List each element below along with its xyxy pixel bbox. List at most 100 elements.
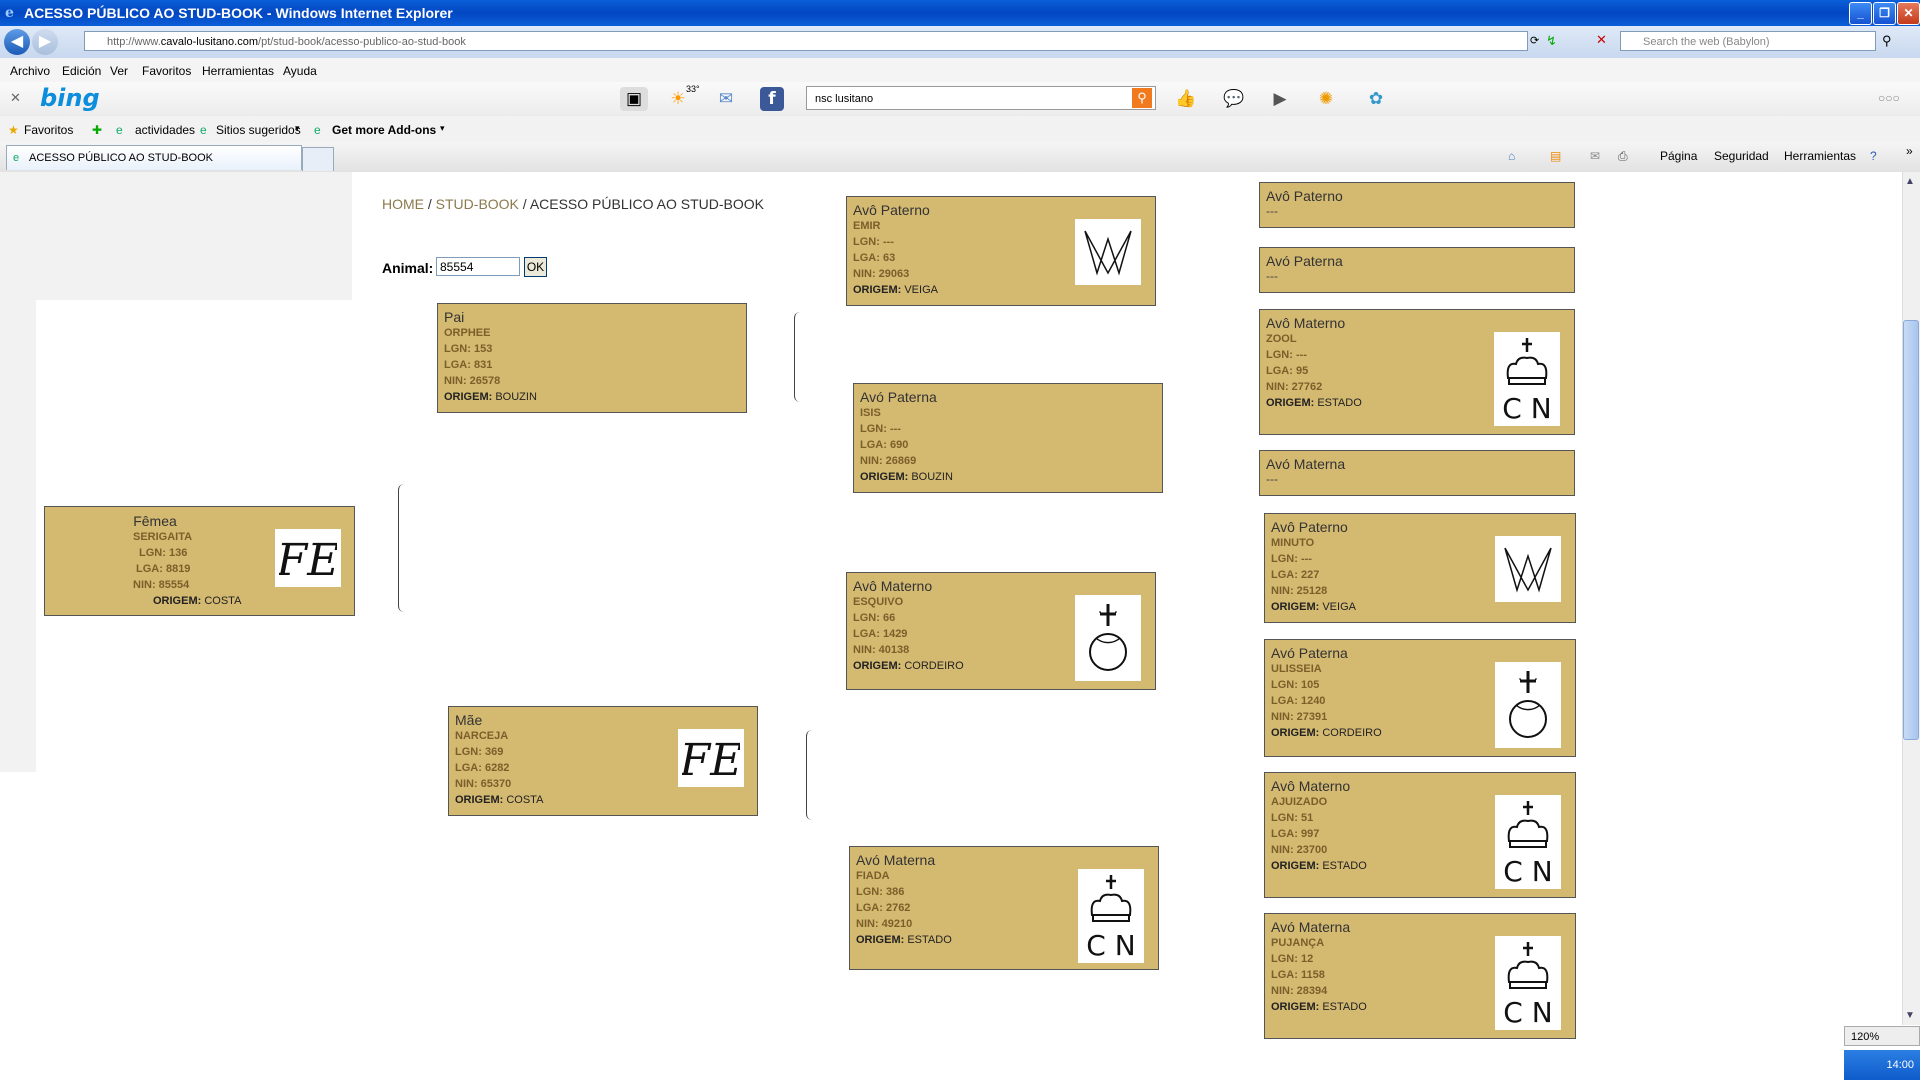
search-icon[interactable]: ⚲	[1882, 33, 1892, 49]
lgn-label: LGN:	[1271, 812, 1298, 824]
card-name: ISIS	[860, 407, 881, 419]
pagina-menu[interactable]: Página	[1660, 149, 1697, 163]
menu-herramientas[interactable]: Herramientas	[202, 64, 274, 78]
origem-label: ORIGEM:	[455, 794, 504, 806]
actividades-icon: e	[116, 123, 123, 137]
card-role: Fêmea	[133, 513, 177, 529]
lga-label: LGA:	[1271, 828, 1298, 840]
zoom-level[interactable]: 120%	[1844, 1026, 1920, 1046]
web-search-field[interactable]: Search the web (Babylon)	[1620, 31, 1876, 51]
favorites-star-icon[interactable]: ★	[8, 123, 19, 137]
animal-input[interactable]	[436, 257, 520, 276]
nin-label: NIN:	[860, 455, 883, 467]
lgn-label: LGN:	[1271, 953, 1298, 965]
lgn-label: LGN:	[856, 886, 883, 898]
lgn-label: LGN:	[1271, 679, 1298, 691]
forward-button[interactable]: ▶	[32, 29, 58, 55]
lgn-label: LGN:	[860, 423, 887, 435]
feeds-icon[interactable]: ▤	[1550, 149, 1561, 163]
nin-label: NIN:	[1271, 844, 1294, 856]
card-origem: ORIGEM: BOUZIN	[860, 469, 1162, 485]
card-lgn: LGN: ---	[860, 421, 1162, 437]
menu-ayuda[interactable]: Ayuda	[283, 64, 317, 78]
add-favorite-icon[interactable]: ✚	[92, 123, 102, 137]
menu-favoritos[interactable]: Favoritos	[142, 64, 191, 78]
tab-title: ACESSO PÚBLICO AO STUD-BOOK	[29, 152, 213, 164]
back-button[interactable]: ◀	[4, 29, 30, 55]
stop-icon[interactable]: ✕	[1596, 32, 1607, 48]
new-tab-button[interactable]	[302, 147, 334, 171]
lgn-value: ---	[1295, 349, 1307, 361]
home-icon[interactable]: ⌂	[1508, 149, 1515, 163]
chat-icon[interactable]: 💬	[1220, 87, 1248, 111]
bing-search-input[interactable]: nsc lusitano	[806, 86, 1156, 110]
animal-search: Animal:	[382, 257, 520, 276]
lga-label: LGA:	[856, 902, 883, 914]
mail-icon[interactable]: ✉	[712, 87, 740, 111]
like-icon[interactable]: 👍	[1172, 87, 1200, 111]
card-empty: ---	[1266, 269, 1278, 283]
svg-text:FE: FE	[682, 735, 740, 783]
bing-search-button[interactable]: ⚲	[1132, 88, 1152, 108]
toolbar-more-icon[interactable]: ○○○	[1878, 91, 1900, 105]
origem-value: COSTA	[506, 794, 544, 806]
origem-value: BOUZIN	[911, 471, 953, 483]
refresh-icon[interactable]: ⟳	[1530, 34, 1539, 47]
lgn-label: LGN:	[853, 612, 880, 624]
nin-value: 27391	[1296, 711, 1328, 723]
card-nin: NIN: 26869	[860, 453, 1162, 469]
lga-label: LGA:	[1271, 695, 1298, 707]
actividades-link[interactable]: actividades	[135, 123, 195, 137]
lga-label: LGA:	[853, 252, 880, 264]
tab-studbook[interactable]: e ACESSO PÚBLICO AO STUD-BOOK	[6, 145, 302, 170]
maximize-button[interactable]: ❐	[1873, 2, 1896, 25]
menu-archivo[interactable]: Archivo	[10, 64, 50, 78]
lgn-value: 153	[473, 343, 493, 355]
print-icon[interactable]: ⎙	[1618, 149, 1628, 164]
ok-button[interactable]: OK	[524, 257, 547, 277]
lga-label: LGA:	[1266, 365, 1293, 377]
nin-label: NIN:	[1271, 985, 1294, 997]
menu-edicion[interactable]: Edición	[62, 64, 101, 78]
lgn-value: 369	[484, 746, 504, 758]
favorites-button[interactable]: Favoritos	[24, 123, 73, 137]
ancestor-card: Avó Materna FIADA LGN: 386 LGA: 2762 NIN: 49…	[849, 846, 1159, 970]
video-icon[interactable]: ▶	[1266, 87, 1294, 111]
compat-icon[interactable]: ↯	[1546, 33, 1557, 49]
herramientas-menu[interactable]: Herramientas	[1784, 149, 1856, 163]
games-icon[interactable]: ▣	[620, 87, 648, 111]
seguridad-menu[interactable]: Seguridad	[1714, 149, 1769, 163]
nin-value: 49210	[881, 918, 913, 930]
facebook-icon[interactable]: f	[760, 87, 784, 111]
scroll-down-icon[interactable]: ▼	[1905, 1010, 1915, 1021]
menu-ver[interactable]: Ver	[110, 64, 128, 78]
ancestor-card: Avó Paterna ---	[1259, 247, 1575, 293]
sugeridos-dropdown-icon[interactable]: ▾	[295, 123, 300, 134]
news-icon[interactable]: ✺	[1312, 87, 1340, 111]
help-icon[interactable]: ?	[1870, 149, 1877, 163]
apps-icon[interactable]: ✿	[1356, 87, 1396, 111]
sugeridos-link[interactable]: Sitios sugeridos	[216, 123, 301, 137]
mail-cmd-icon[interactable]: ✉	[1590, 149, 1600, 163]
lga-value: 227	[1300, 569, 1320, 581]
close-window-button[interactable]: ✕	[1897, 2, 1920, 25]
card-origem: ORIGEM: COSTA	[153, 593, 354, 609]
page-content: HOME / STUD-BOOK / ACESSO PÚBLICO AO STU…	[0, 172, 1920, 1080]
scrollbar-thumb[interactable]	[1903, 320, 1919, 740]
breadcrumb-current: ACESSO PÚBLICO AO STUD-BOOK	[529, 196, 764, 212]
scroll-up-icon[interactable]: ▲	[1905, 176, 1915, 187]
toolbar-close-icon[interactable]: ✕	[10, 90, 21, 106]
addons-link[interactable]: Get more Add-ons	[332, 123, 436, 137]
url-field[interactable]: http://www.cavalo-lusitano.com/pt/stud-b…	[84, 31, 1528, 51]
nin-label: NIN:	[1266, 381, 1289, 393]
card-role: Avó Materna	[1271, 919, 1351, 935]
minimize-button[interactable]: _	[1849, 2, 1872, 25]
lga-label: LGA:	[853, 628, 880, 640]
origem-value: ESTADO	[1322, 1001, 1367, 1013]
addons-dropdown-icon[interactable]: ▾	[440, 123, 445, 134]
breadcrumb-home[interactable]: HOME	[382, 196, 424, 212]
brand-mv-icon	[1495, 536, 1561, 602]
svg-text:C N: C N	[1086, 929, 1135, 961]
breadcrumb-studbook[interactable]: STUD-BOOK	[436, 196, 519, 212]
chevron-icon[interactable]: »	[1906, 144, 1913, 158]
